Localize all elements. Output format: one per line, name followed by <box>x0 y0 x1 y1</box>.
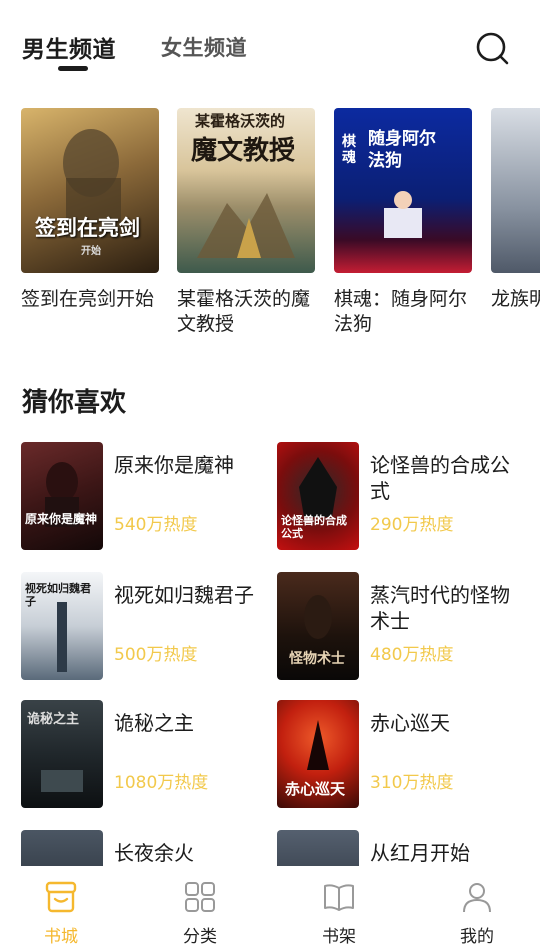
featured-carousel[interactable]: 签到在亮剑 开始 签到在亮剑开始 某霍格沃茨的 魔文教授 某霍格沃茨的魔文教授 … <box>0 108 540 343</box>
recommendation-item[interactable]: 赤心巡天 赤心巡天 310万热度 <box>277 700 527 808</box>
book-cover: 某霍格沃茨的 魔文教授 <box>177 108 315 273</box>
nav-label: 书城 <box>44 927 78 947</box>
recommendation-item[interactable]: 原来你是魔神 原来你是魔神 540万热度 <box>21 442 271 550</box>
store-icon <box>45 881 77 913</box>
tab-indicator <box>58 66 88 71</box>
book-title: 赤心巡天 <box>370 711 450 735</box>
nav-bookstore[interactable]: 书城 <box>7 866 115 947</box>
section-title-guess-you-like: 猜你喜欢 <box>22 388 127 418</box>
book-cover: 签到在亮剑 开始 <box>21 108 159 273</box>
book-cover <box>491 108 540 273</box>
book-cover: 诡秘之主 <box>21 700 103 808</box>
nav-label: 分类 <box>183 927 217 947</box>
featured-book[interactable]: 龙族明非 <box>491 108 540 312</box>
book-title: 视死如归魏君子 <box>114 583 254 607</box>
heat-count: 310万热度 <box>370 773 454 793</box>
book-cover: 视死如归魏君子 <box>21 572 103 680</box>
user-icon <box>463 883 491 913</box>
nav-category[interactable]: 分类 <box>146 866 254 947</box>
book-title: 蒸汽时代的怪物术士 <box>370 583 510 633</box>
featured-book[interactable]: 签到在亮剑 开始 签到在亮剑开始 <box>21 108 159 312</box>
recommendation-item[interactable]: 怪物术士 蒸汽时代的怪物术士 480万热度 <box>277 572 527 680</box>
book-title: 长夜余火 <box>114 841 194 865</box>
heat-count: 540万热度 <box>114 515 198 535</box>
tab-male-channel[interactable]: 男生频道 <box>22 30 116 64</box>
nav-label: 书架 <box>322 927 356 947</box>
featured-book[interactable]: 棋魂 随身阿尔法狗 棋魂：随身阿尔法狗 <box>334 108 472 337</box>
featured-title: 龙族明非 <box>491 288 540 310</box>
book-title: 原来你是魔神 <box>114 453 234 477</box>
heat-count: 1080万热度 <box>114 773 209 793</box>
heat-count: 480万热度 <box>370 645 454 665</box>
search-icon <box>476 32 509 65</box>
heat-count: 500万热度 <box>114 645 198 665</box>
book-cover: 赤心巡天 <box>277 700 359 808</box>
bottom-navigation: 书城 分类 书架 我的 <box>0 866 540 947</box>
category-grid-icon <box>185 882 215 912</box>
featured-title: 某霍格沃茨的魔文教授 <box>177 288 311 335</box>
recommendation-item[interactable]: 诡秘之主 诡秘之主 1080万热度 <box>21 700 271 808</box>
recommendation-item[interactable]: 论怪兽的合成公式 论怪兽的合成公式 290万热度 <box>277 442 527 550</box>
heat-count: 290万热度 <box>370 515 454 535</box>
book-cover: 原来你是魔神 <box>21 442 103 550</box>
tab-female-channel[interactable]: 女生频道 <box>161 32 247 62</box>
search-button[interactable] <box>474 30 510 66</box>
nav-label: 我的 <box>460 927 494 947</box>
book-title: 从红月开始 <box>370 841 470 865</box>
book-open-icon <box>324 884 354 911</box>
book-cover: 怪物术士 <box>277 572 359 680</box>
nav-bookshelf[interactable]: 书架 <box>285 866 393 947</box>
book-cover: 棋魂 随身阿尔法狗 <box>334 108 472 273</box>
header: 男生频道 女生频道 <box>0 0 540 90</box>
book-title: 论怪兽的合成公式 <box>370 453 510 503</box>
nav-profile[interactable]: 我的 <box>423 866 531 947</box>
featured-title: 棋魂：随身阿尔法狗 <box>334 288 468 335</box>
book-title: 诡秘之主 <box>114 711 194 735</box>
featured-book[interactable]: 某霍格沃茨的 魔文教授 某霍格沃茨的魔文教授 <box>177 108 315 337</box>
recommendation-item[interactable]: 视死如归魏君子 视死如归魏君子 500万热度 <box>21 572 271 680</box>
featured-title: 签到在亮剑开始 <box>21 288 155 310</box>
book-cover: 论怪兽的合成公式 <box>277 442 359 550</box>
